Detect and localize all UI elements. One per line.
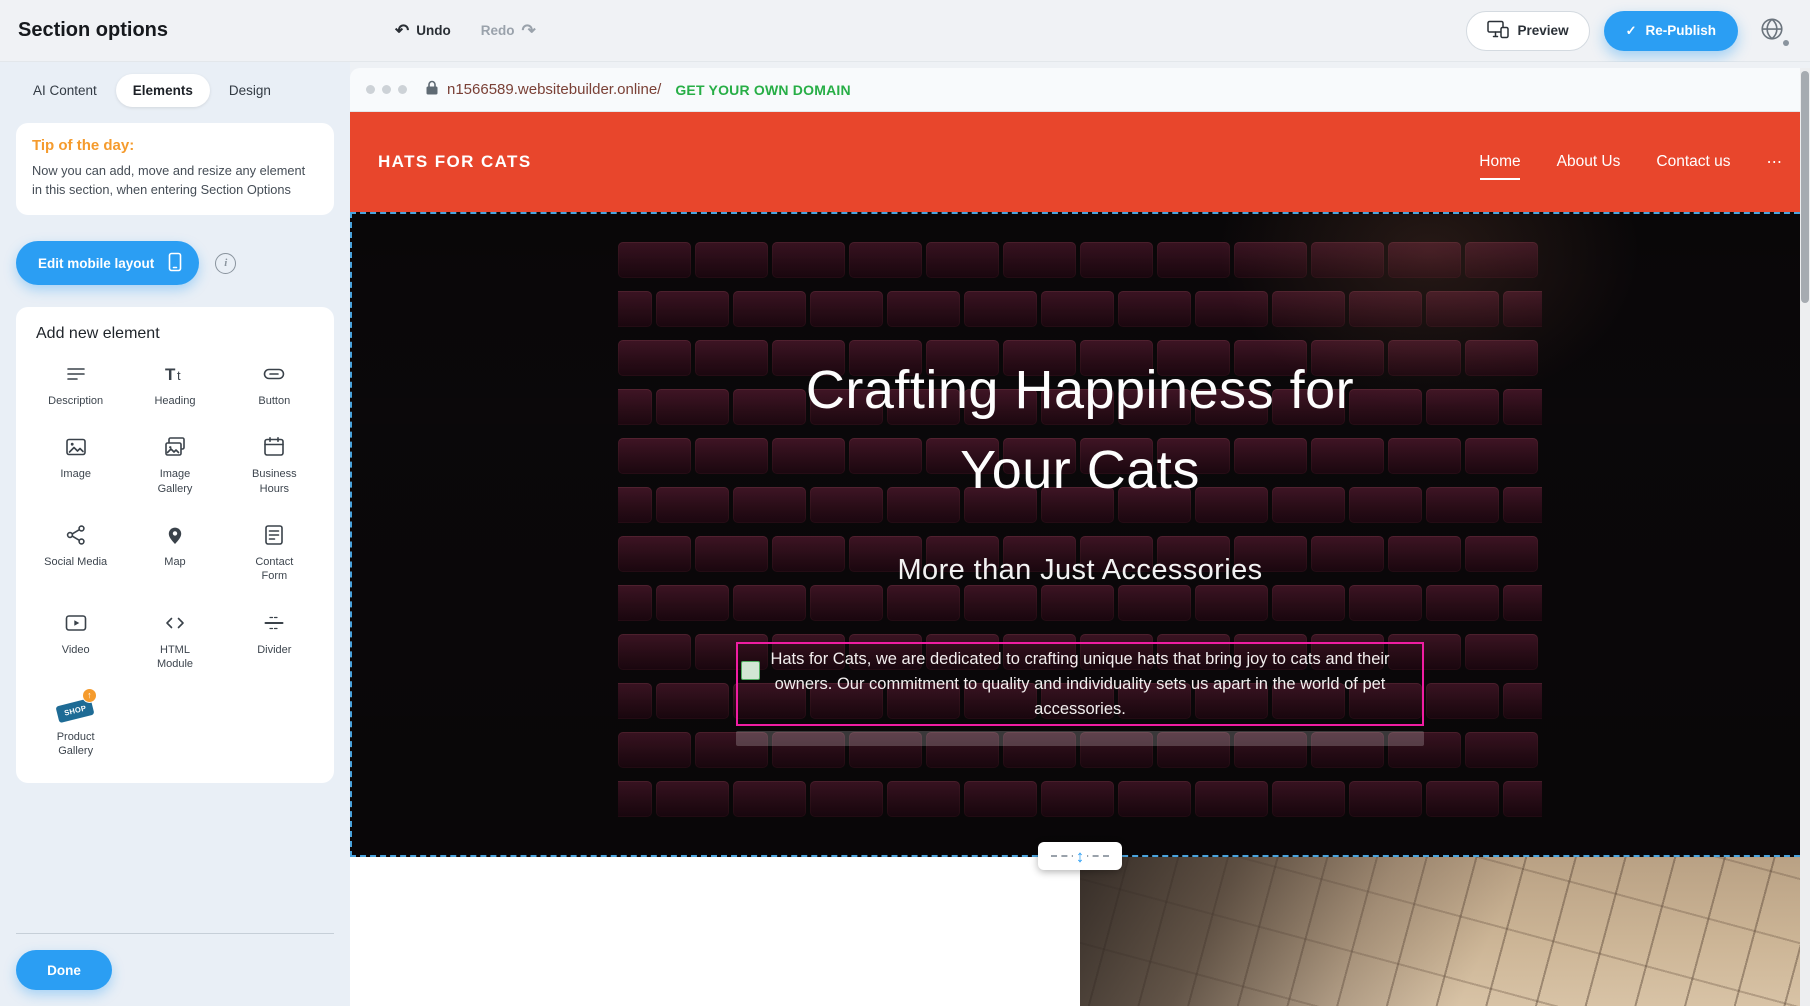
phone-icon xyxy=(167,252,183,275)
selected-paragraph-element[interactable]: Hats for Cats, we are dedicated to craft… xyxy=(736,642,1424,726)
preview-area: n1566589.websitebuilder.online/ GET YOUR… xyxy=(350,62,1810,1006)
tip-body: Now you can add, move and resize any ele… xyxy=(32,162,318,199)
site-logo[interactable]: HATS FOR CATS xyxy=(378,152,532,172)
nav-about-us[interactable]: About Us xyxy=(1557,153,1621,171)
hero-section-selected[interactable]: Crafting Happiness for Your Cats More th… xyxy=(350,212,1810,857)
element-image[interactable]: Image xyxy=(32,434,120,496)
upgrade-badge-icon: ↑ xyxy=(82,688,97,703)
code-brackets-icon xyxy=(162,610,188,636)
site-header[interactable]: HATS FOR CATS Home About Us Contact us ⋯ xyxy=(350,112,1810,212)
hero-text-block: Crafting Happiness for Your Cats More th… xyxy=(352,214,1808,855)
element-grid: Description Tt Heading Button xyxy=(28,361,322,759)
window-dots-icon xyxy=(366,85,407,94)
hero-paragraph[interactable]: Hats for Cats, we are dedicated to craft… xyxy=(738,647,1422,722)
element-contact-form[interactable]: Contact Form xyxy=(230,522,318,584)
language-globe-button[interactable] xyxy=(1752,11,1792,51)
nav-contact-us[interactable]: Contact us xyxy=(1656,153,1730,171)
svg-text:T: T xyxy=(165,365,176,384)
product-gallery-icon: SHOP ↑ xyxy=(57,697,93,723)
heading-icon: Tt xyxy=(162,361,188,387)
undo-button[interactable]: ↶ Undo xyxy=(395,22,451,39)
add-element-title: Add new element xyxy=(36,325,322,343)
preview-label: Preview xyxy=(1518,23,1569,38)
nav-more-icon[interactable]: ⋯ xyxy=(1767,153,1783,172)
check-icon: ✓ xyxy=(1626,23,1637,39)
image-gallery-icon xyxy=(162,434,188,460)
get-your-own-domain-link[interactable]: GET YOUR OWN DOMAIN xyxy=(675,82,850,98)
tab-ai-content[interactable]: AI Content xyxy=(16,74,114,107)
tip-of-the-day-card: Tip of the day: Now you can add, move an… xyxy=(16,123,334,215)
element-html-module[interactable]: HTML Module xyxy=(131,610,219,672)
scrollbar-thumb[interactable] xyxy=(1801,71,1809,303)
topbar-actions: Preview ✓ Re-Publish xyxy=(1466,11,1792,51)
svg-text:t: t xyxy=(177,368,181,383)
done-button[interactable]: Done xyxy=(16,950,112,990)
contact-form-icon xyxy=(261,522,287,548)
edit-mobile-row: Edit mobile layout i xyxy=(16,241,334,285)
element-video[interactable]: Video xyxy=(32,610,120,672)
redo-label: Redo xyxy=(481,23,515,38)
tip-title: Tip of the day: xyxy=(32,137,318,154)
element-map[interactable]: Map xyxy=(131,522,219,584)
add-new-element-panel: Add new element Description Tt Heading xyxy=(16,307,334,783)
edit-mobile-layout-button[interactable]: Edit mobile layout xyxy=(16,241,199,285)
divider-icon xyxy=(261,610,287,636)
hero-subheading[interactable]: More than Just Accessories xyxy=(352,554,1808,587)
devices-icon xyxy=(1487,20,1509,42)
nav-home[interactable]: Home xyxy=(1479,153,1520,171)
element-product-gallery[interactable]: SHOP ↑ Product Gallery xyxy=(32,697,120,759)
republish-button[interactable]: ✓ Re-Publish xyxy=(1604,11,1738,51)
element-divider[interactable]: Divider xyxy=(230,610,318,672)
placeholder-bar xyxy=(736,731,1424,746)
page-title: Section options xyxy=(18,19,168,42)
redo-button[interactable]: Redo ↷ xyxy=(481,22,536,39)
element-description[interactable]: Description xyxy=(32,361,120,408)
editor-topbar: Section options ↶ Undo Redo ↷ Preview ✓ … xyxy=(0,0,1810,62)
preview-scrollbar xyxy=(1800,68,1810,1006)
preview-button[interactable]: Preview xyxy=(1466,11,1590,51)
element-heading[interactable]: Tt Heading xyxy=(131,361,219,408)
button-icon xyxy=(261,361,287,387)
site-url: n1566589.websitebuilder.online/ xyxy=(447,81,661,98)
element-business-hours[interactable]: Business Hours xyxy=(230,434,318,496)
description-icon xyxy=(63,361,89,387)
sidebar-tabs: AI Content Elements Design xyxy=(16,74,334,107)
next-section xyxy=(350,857,1810,1006)
business-hours-icon xyxy=(261,434,287,460)
notification-dot xyxy=(1783,40,1789,46)
sidebar-spacer xyxy=(0,799,350,933)
video-icon xyxy=(63,610,89,636)
sidebar-divider xyxy=(16,933,334,934)
site-viewport: HATS FOR CATS Home About Us Contact us ⋯… xyxy=(350,112,1810,1006)
browser-chrome-bar: n1566589.websitebuilder.online/ GET YOUR… xyxy=(350,68,1810,112)
resize-arrows-icon: ↕ xyxy=(1073,848,1088,865)
redo-icon: ↷ xyxy=(522,22,536,39)
hero-heading[interactable]: Crafting Happiness for Your Cats xyxy=(352,350,1808,510)
undo-icon: ↶ xyxy=(395,22,409,39)
globe-icon xyxy=(1759,16,1785,45)
undo-label: Undo xyxy=(416,23,451,38)
undo-redo-group: ↶ Undo Redo ↷ xyxy=(395,22,536,39)
element-image-gallery[interactable]: Image Gallery xyxy=(131,434,219,496)
floor-tiles-photo xyxy=(1080,857,1810,1006)
social-media-icon xyxy=(63,522,89,548)
edit-mobile-label: Edit mobile layout xyxy=(38,256,154,271)
tab-elements[interactable]: Elements xyxy=(116,74,210,107)
element-button[interactable]: Button xyxy=(230,361,318,408)
section-options-sidebar: AI Content Elements Design Tip of the da… xyxy=(0,62,350,1006)
tab-design[interactable]: Design xyxy=(212,74,288,107)
element-social-media[interactable]: Social Media xyxy=(32,522,120,584)
republish-label: Re-Publish xyxy=(1645,23,1716,38)
map-pin-icon xyxy=(162,522,188,548)
element-drag-handle[interactable] xyxy=(741,661,760,680)
next-section-blank xyxy=(350,857,1080,1006)
lock-icon xyxy=(425,79,439,101)
info-icon[interactable]: i xyxy=(215,253,236,274)
site-nav: Home About Us Contact us ⋯ xyxy=(1479,153,1782,172)
section-resize-handle[interactable]: ↕ xyxy=(1038,842,1122,870)
image-icon xyxy=(63,434,89,460)
